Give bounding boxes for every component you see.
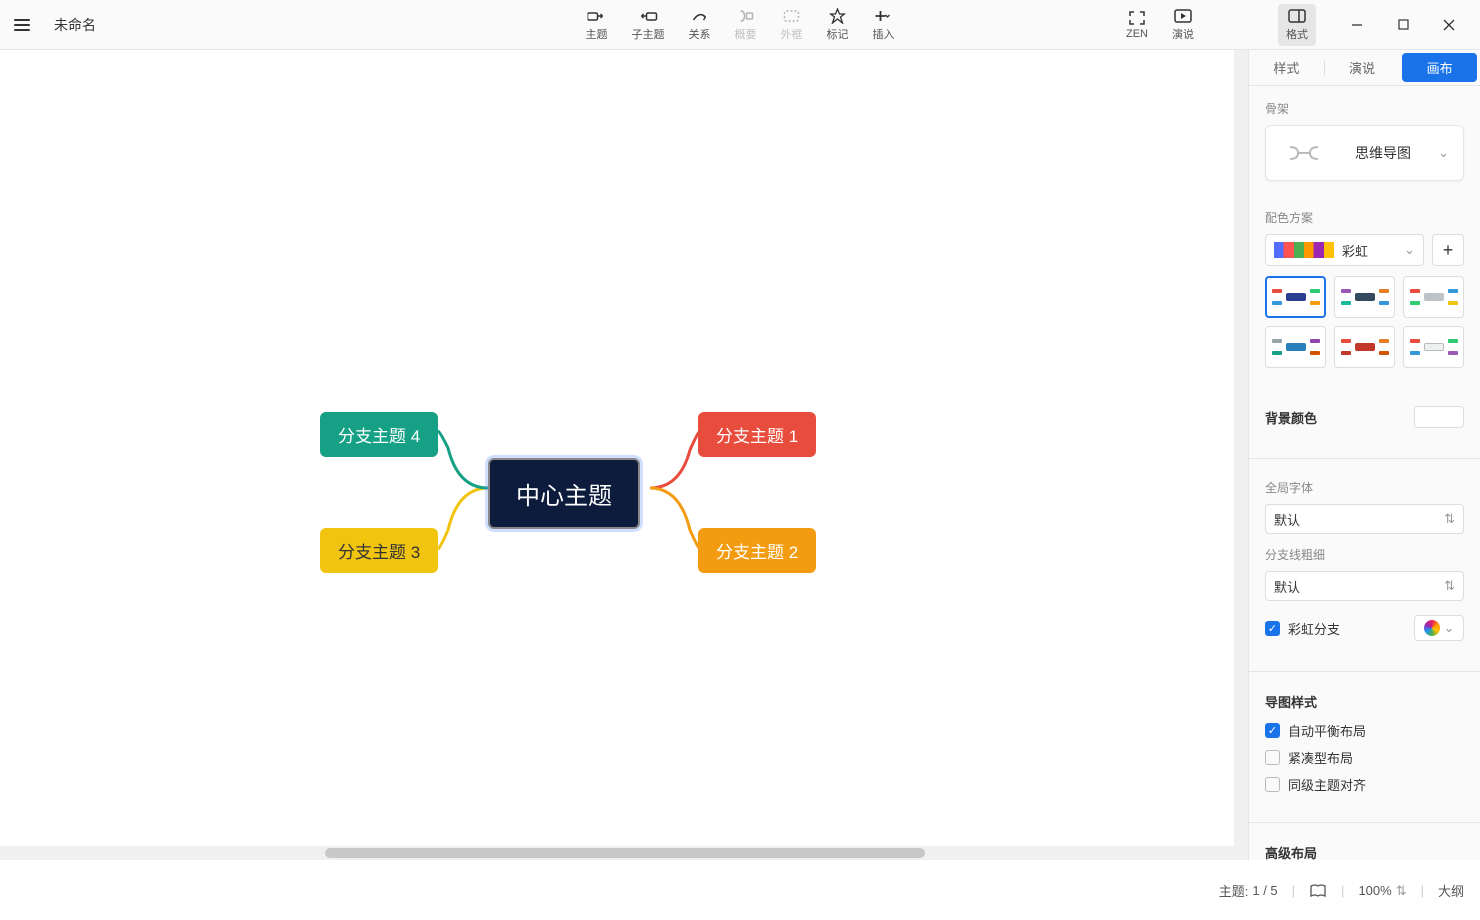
summary-icon xyxy=(737,8,755,24)
status-zoom[interactable]: 100% ⇅ xyxy=(1358,883,1406,899)
rainbow-branch-checkbox[interactable]: ✓ xyxy=(1265,621,1280,636)
format-icon xyxy=(1288,8,1306,24)
bg-color-label: 背景颜色 xyxy=(1265,408,1317,427)
line-label: 分支线粗细 xyxy=(1265,546,1464,563)
present-icon xyxy=(1174,8,1192,24)
status-outline[interactable]: 大纲 xyxy=(1438,881,1464,900)
tool-relation[interactable]: 关系 xyxy=(681,4,719,46)
menu-button[interactable] xyxy=(8,11,36,39)
format-sidebar: 样式 演说 画布 骨架 思维导图 ⌄ 配色方案 彩虹 ⌄ + xyxy=(1248,50,1480,860)
rainbow-color-button[interactable]: ⌄ xyxy=(1414,615,1464,641)
line-select[interactable]: 默认⇅ xyxy=(1265,571,1464,601)
hamburger-icon xyxy=(14,19,30,31)
chevron-down-icon: ⌄ xyxy=(1438,145,1449,161)
boundary-icon xyxy=(783,8,801,24)
tab-present[interactable]: 演说 xyxy=(1325,50,1400,85)
insert-icon xyxy=(875,8,893,24)
rainbow-icon xyxy=(1424,620,1440,636)
skeleton-label: 骨架 xyxy=(1265,100,1464,117)
book-icon xyxy=(1309,884,1327,898)
document-title: 未命名 xyxy=(54,15,96,35)
theme-thumb-6[interactable] xyxy=(1403,326,1464,368)
status-map-icon[interactable] xyxy=(1309,884,1327,898)
window-maximize[interactable] xyxy=(1380,10,1426,40)
subtopic-icon xyxy=(639,8,657,24)
zen-icon xyxy=(1128,10,1146,26)
canvas-scrollbar-h[interactable] xyxy=(0,846,1248,860)
tab-style[interactable]: 样式 xyxy=(1249,50,1324,85)
tool-zen[interactable]: ZEN xyxy=(1118,6,1156,44)
window-minimize[interactable] xyxy=(1334,10,1380,40)
tool-summary: 概要 xyxy=(727,4,765,46)
font-label: 全局字体 xyxy=(1265,479,1464,496)
theme-thumb-3[interactable] xyxy=(1403,276,1464,318)
auto-balance-checkbox[interactable]: ✓ xyxy=(1265,723,1280,738)
chevron-down-icon: ⌄ xyxy=(1444,620,1455,636)
tab-canvas[interactable]: 画布 xyxy=(1402,53,1477,82)
tool-format[interactable]: 格式 xyxy=(1278,4,1316,46)
palette-icon xyxy=(1274,242,1334,258)
advanced-title: 高级布局 xyxy=(1265,843,1464,860)
skeleton-select[interactable]: 思维导图 ⌄ xyxy=(1265,125,1464,181)
add-scheme-button[interactable]: + xyxy=(1432,234,1464,266)
tool-theme[interactable]: 主题 xyxy=(578,4,616,46)
chevron-down-icon: ⌄ xyxy=(1404,242,1415,258)
tool-subtopic[interactable]: 子主题 xyxy=(624,4,673,46)
node-branch-1[interactable]: 分支主题 1 xyxy=(698,412,816,457)
font-select[interactable]: 默认⇅ xyxy=(1265,504,1464,534)
node-branch-3[interactable]: 分支主题 3 xyxy=(320,528,438,573)
theme-thumb-4[interactable] xyxy=(1265,326,1326,368)
color-scheme-label: 配色方案 xyxy=(1265,209,1464,226)
theme-thumb-1[interactable] xyxy=(1265,276,1326,318)
theme-thumb-2[interactable] xyxy=(1334,276,1395,318)
status-topics[interactable]: 主题: 1 / 5 xyxy=(1219,881,1278,900)
scrollbar-thumb[interactable] xyxy=(325,848,925,858)
node-branch-4[interactable]: 分支主题 4 xyxy=(320,412,438,457)
status-bar: 主题: 1 / 5 | | 100% ⇅ | 大纲 xyxy=(0,860,1480,920)
theme-icon xyxy=(588,8,606,24)
updown-icon: ⇅ xyxy=(1444,578,1455,594)
bg-color-swatch[interactable] xyxy=(1414,406,1464,428)
color-scheme-select[interactable]: 彩虹 ⌄ xyxy=(1265,234,1424,266)
tool-marker[interactable]: 标记 xyxy=(819,4,857,46)
tool-present[interactable]: 演说 xyxy=(1164,4,1202,46)
relation-icon xyxy=(691,8,709,24)
window-close[interactable] xyxy=(1426,10,1472,40)
tool-insert[interactable]: 插入 xyxy=(865,4,903,46)
mindmap-canvas[interactable]: 中心主题 分支主题 1 分支主题 2 分支主题 3 分支主题 4 xyxy=(0,50,1248,860)
align-sibling-checkbox[interactable] xyxy=(1265,777,1280,792)
map-style-title: 导图样式 xyxy=(1265,692,1464,711)
updown-icon: ⇅ xyxy=(1444,511,1455,527)
canvas-scrollbar-v[interactable] xyxy=(1234,50,1248,846)
tool-boundary: 外框 xyxy=(773,4,811,46)
compact-checkbox[interactable] xyxy=(1265,750,1280,765)
node-center[interactable]: 中心主题 xyxy=(488,458,640,529)
skeleton-icon xyxy=(1280,139,1328,167)
theme-thumb-5[interactable] xyxy=(1334,326,1395,368)
node-branch-2[interactable]: 分支主题 2 xyxy=(698,528,816,573)
updown-icon: ⇅ xyxy=(1396,883,1407,899)
marker-icon xyxy=(829,8,847,24)
